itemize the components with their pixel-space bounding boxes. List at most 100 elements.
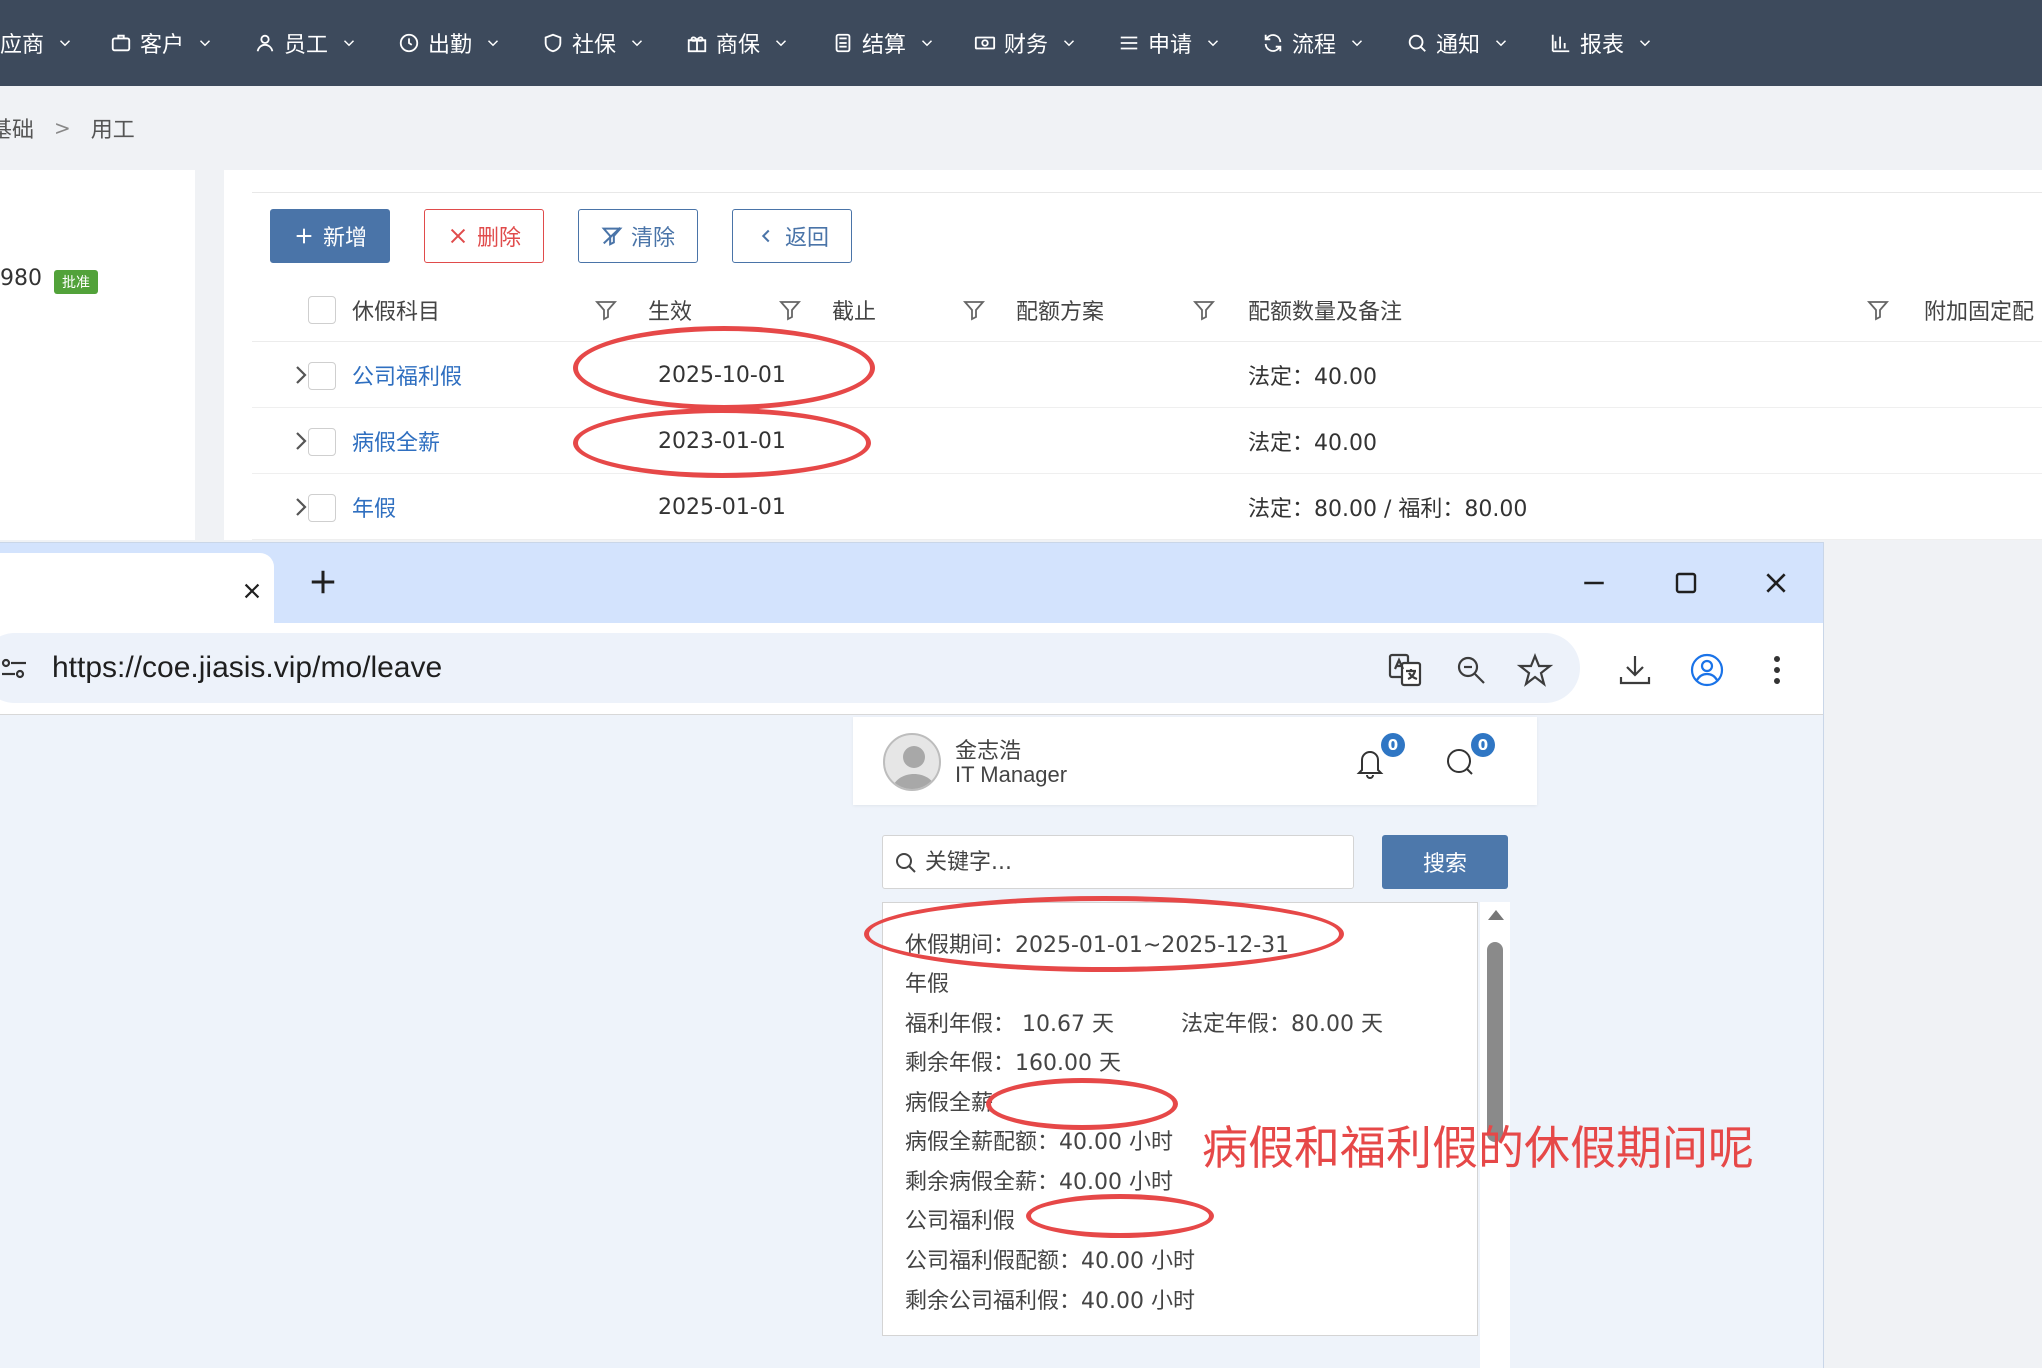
filter-clear-icon — [601, 227, 623, 246]
welfare-leave-quota: 公司福利假配额：40.00 小时 — [905, 1249, 1195, 1274]
nav-label: 应商 — [0, 33, 45, 58]
filter-icon[interactable] — [962, 298, 986, 322]
column-header[interactable]: 配额方案 — [1016, 278, 1104, 342]
breadcrumb-item[interactable]: 基础 — [0, 112, 34, 144]
nav-item-social-security[interactable]: 社保 — [542, 0, 646, 86]
zoom-icon[interactable] — [1452, 651, 1490, 689]
toolbar: 新增 删除 清除 返回 — [270, 209, 852, 263]
search-button[interactable]: 搜索 — [1382, 835, 1508, 889]
column-header[interactable]: 配额数量及备注 — [1248, 278, 1402, 342]
filter-icon[interactable] — [1192, 298, 1216, 322]
nav-item-settlement[interactable]: 结算 — [832, 0, 936, 86]
effective-date: 2023-01-01 — [658, 428, 786, 454]
profile-icon[interactable] — [1688, 651, 1726, 689]
row-checkbox[interactable] — [308, 428, 336, 456]
table-row[interactable]: 病假全薪 2023-01-01 法定：40.00 — [252, 408, 2042, 474]
nav-item-notice[interactable]: 通知 — [1406, 0, 1510, 86]
more-menu-icon[interactable] — [1758, 651, 1796, 689]
site-settings-icon[interactable] — [0, 655, 28, 683]
annual-leave-title: 年假 — [905, 972, 950, 997]
back-button-label: 返回 — [784, 226, 829, 251]
filter-icon[interactable] — [594, 298, 618, 322]
select-all-checkbox[interactable] — [308, 296, 336, 324]
remaining-annual-leave: 剩余年假：160.00 天 — [905, 1051, 1121, 1076]
left-panel: 980 批准 — [0, 170, 195, 540]
nav-label: 财务 — [1004, 33, 1049, 58]
clear-filter-button[interactable]: 清除 — [578, 209, 698, 263]
breadcrumb-item: 用工 — [90, 118, 135, 143]
search-field[interactable] — [882, 835, 1354, 889]
nav-item-customer[interactable]: 客户 — [110, 0, 214, 86]
new-tab-icon[interactable] — [308, 567, 338, 597]
table-row[interactable]: 年假 2025-01-01 法定：80.00 / 福利：80.00 — [252, 474, 2042, 540]
close-window-icon[interactable] — [1756, 563, 1796, 603]
column-header[interactable]: 截止 — [832, 278, 876, 342]
plus-icon — [296, 228, 312, 244]
quota-cell: 法定：40.00 — [1248, 431, 1377, 456]
breadcrumb-separator: > — [54, 116, 71, 140]
leave-subject-link[interactable]: 年假 — [352, 474, 396, 540]
chevron-down-icon — [1639, 40, 1651, 47]
search-input[interactable] — [925, 844, 1345, 880]
translate-icon[interactable] — [1386, 651, 1424, 689]
nav-item-finance[interactable]: 财务 — [974, 0, 1078, 86]
nav-item-attendance[interactable]: 出勤 — [398, 0, 502, 86]
nav-item-commercial-insurance[interactable]: 商保 — [686, 0, 790, 86]
chevron-down-icon — [1207, 40, 1219, 47]
table-header: 休假科目 生效 截止 配额方案 配额数量及备注 附加固定配 — [252, 278, 2042, 342]
chevron-down-icon — [631, 40, 643, 47]
search-icon — [896, 853, 916, 873]
gift-icon — [687, 36, 707, 53]
chevron-down-icon — [1351, 40, 1363, 47]
filter-icon[interactable] — [778, 298, 802, 322]
column-header[interactable]: 休假科目 — [352, 278, 440, 342]
browser-tab[interactable] — [0, 553, 274, 623]
delete-button[interactable]: 删除 — [424, 209, 544, 263]
nav-label: 通知 — [1436, 33, 1481, 58]
download-icon[interactable] — [1616, 651, 1654, 689]
nav-label: 报表 — [1580, 33, 1625, 58]
delete-button-label: 删除 — [476, 226, 521, 251]
table-row[interactable]: 公司福利假 2025-10-01 法定：40.00 — [252, 342, 2042, 408]
chevron-down-icon — [775, 40, 787, 47]
maximize-icon[interactable] — [1666, 563, 1706, 603]
user-profile-card: 金志浩 IT Manager 0 0 — [853, 717, 1537, 805]
nav-label: 流程 — [1292, 33, 1337, 58]
quota-cell: 法定：80.00 / 福利：80.00 — [1248, 497, 1528, 522]
chevron-down-icon — [921, 40, 933, 47]
row-checkbox[interactable] — [308, 494, 336, 522]
breadcrumb: 基础 > 用工 — [0, 110, 135, 146]
quota-cell: 法定：40.00 — [1248, 365, 1377, 390]
row-checkbox[interactable] — [308, 362, 336, 390]
back-button[interactable]: 返回 — [732, 209, 852, 263]
calculator-icon — [835, 33, 851, 53]
chevron-down-icon — [1495, 40, 1507, 47]
nav-item-supplier[interactable]: 应商 — [0, 0, 74, 86]
sick-leave-quota: 病假全薪配额：40.00 小时 — [905, 1130, 1173, 1155]
bookmark-star-icon[interactable] — [1516, 651, 1554, 689]
nav-item-report[interactable]: 报表 — [1550, 0, 1654, 86]
leave-subject-link[interactable]: 公司福利假 — [352, 342, 462, 408]
shield-icon — [544, 33, 562, 53]
chat-search-icon — [1408, 34, 1426, 52]
nav-item-application[interactable]: 申请 — [1118, 0, 1222, 86]
chevron-down-icon — [1063, 40, 1075, 47]
scroll-up-arrow-icon[interactable] — [1488, 910, 1504, 920]
chevron-left-icon — [761, 229, 770, 243]
filter-icon[interactable] — [1866, 298, 1890, 322]
minimize-icon[interactable] — [1574, 563, 1614, 603]
nav-label: 商保 — [716, 33, 761, 58]
bar-chart-icon — [1551, 34, 1570, 53]
nav-item-workflow[interactable]: 流程 — [1262, 0, 1366, 86]
nav-item-employee[interactable]: 员工 — [254, 0, 358, 86]
column-header[interactable]: 生效 — [648, 278, 692, 342]
add-button[interactable]: 新增 — [270, 209, 390, 263]
column-header[interactable]: 附加固定配 — [1924, 278, 2034, 342]
url-text[interactable]: https://coe.jiasis.vip/mo/leave — [52, 651, 442, 685]
top-nav: 应商 客户 员工 出勤 社保 商保 结算 财务 申请 流程 通知 报表 — [0, 0, 2042, 86]
leave-subject-link[interactable]: 病假全薪 — [352, 408, 440, 474]
avatar[interactable] — [883, 733, 941, 791]
record-number[interactable]: 980 — [0, 266, 42, 291]
sick-leave-remaining: 剩余病假全薪：40.00 小时 — [905, 1170, 1173, 1195]
close-tab-icon[interactable] — [238, 577, 266, 605]
